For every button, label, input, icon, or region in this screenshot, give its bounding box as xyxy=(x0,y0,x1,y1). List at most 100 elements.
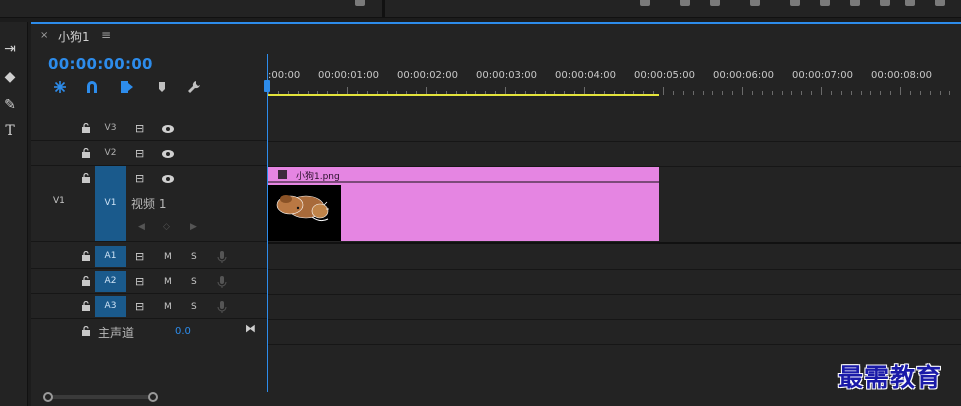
track-target-v1[interactable]: V1 xyxy=(95,166,126,241)
lock-icon[interactable] xyxy=(81,276,91,286)
ruler-tick xyxy=(751,91,753,95)
add-icon[interactable] xyxy=(355,0,365,6)
ruler-tick xyxy=(890,91,892,95)
solo-button[interactable]: S xyxy=(191,302,197,312)
tools-panel: ⇥ ◆ ✎ T xyxy=(0,22,28,406)
eye-icon[interactable] xyxy=(161,172,175,186)
ruler-tick xyxy=(811,91,813,95)
ruler-tick xyxy=(821,87,822,95)
track-target-a1[interactable]: A1 xyxy=(95,246,126,267)
insert-overwrite-nest-icon[interactable] xyxy=(52,79,68,95)
microphone-icon[interactable] xyxy=(217,300,227,314)
mute-button[interactable]: M xyxy=(164,252,172,262)
ruler-label: 00:00:01:00 xyxy=(318,70,380,81)
next-keyframe-icon[interactable]: ▶ xyxy=(190,222,197,232)
pen-icon[interactable]: ✎ xyxy=(0,96,20,114)
lift-icon[interactable] xyxy=(905,0,915,6)
timeline-zoom-scrollbar[interactable] xyxy=(43,392,158,402)
track-header-v3[interactable]: V3 ⊟ xyxy=(31,116,267,141)
track-header-v2[interactable]: V2 ⊟ xyxy=(31,141,267,166)
go-to-out-icon[interactable] xyxy=(880,0,890,6)
mark-out-icon[interactable] xyxy=(710,0,720,6)
ruler-tick xyxy=(870,91,872,95)
ruler-label: 00:00:03:00 xyxy=(476,70,538,81)
linked-selection-icon[interactable] xyxy=(119,79,135,95)
zoom-handle-right[interactable] xyxy=(148,392,158,402)
eye-icon[interactable] xyxy=(161,147,175,161)
panel-menu-icon[interactable]: ≡ xyxy=(101,28,111,42)
lock-icon[interactable] xyxy=(81,148,91,158)
step-back-frame-icon[interactable] xyxy=(790,0,800,6)
scroll-track[interactable] xyxy=(48,395,152,399)
track-header-a2[interactable]: A2 ⊟ M S xyxy=(31,269,267,294)
sync-lock-icon[interactable]: ⊟ xyxy=(135,275,144,288)
add-keyframe-icon[interactable]: ◇ xyxy=(163,222,170,232)
time-ruler[interactable]: :00:00 00:00:01:00 00:00:02:00 00:00:03:00 0… xyxy=(268,50,961,98)
track-header-v1[interactable]: V1 V1 ⊟ 视频 1 ◀ ◇ ▶ xyxy=(31,166,267,242)
step-back-icon[interactable] xyxy=(640,0,650,6)
fx-badge-icon xyxy=(278,170,287,179)
ruler-tick xyxy=(732,91,734,95)
sync-lock-icon[interactable]: ⊟ xyxy=(135,300,144,313)
solo-button[interactable]: S xyxy=(191,252,197,262)
clip-thumbnail xyxy=(268,185,341,241)
ruler-label: :00:00 xyxy=(268,70,301,81)
ruler-tick xyxy=(929,91,931,95)
export-frame-icon[interactable] xyxy=(935,0,945,6)
sync-lock-icon[interactable]: ⊟ xyxy=(135,172,144,185)
lock-icon[interactable] xyxy=(81,326,91,336)
prev-keyframe-icon[interactable]: ◀ xyxy=(138,222,145,232)
ruler-tick xyxy=(840,91,842,95)
source-patch-v1[interactable]: V1 xyxy=(53,196,65,206)
ruler-tick xyxy=(791,91,793,95)
lock-icon[interactable] xyxy=(81,173,91,183)
eye-icon[interactable] xyxy=(161,122,175,136)
ruler-tick xyxy=(781,91,783,95)
track-target-a2[interactable]: A2 xyxy=(95,271,126,292)
timeline-tab[interactable]: × 小狗1 ≡ xyxy=(31,24,961,48)
track-header-a3[interactable]: A3 ⊟ M S xyxy=(31,294,267,319)
lock-icon[interactable] xyxy=(81,251,91,261)
step-forward-icon[interactable] xyxy=(850,0,860,6)
playhead-handle[interactable] xyxy=(264,80,270,92)
track-header-a1[interactable]: A1 ⊟ M S xyxy=(31,244,267,269)
ruler-label: 00:00:05:00 xyxy=(634,70,696,81)
snap-magnet-icon[interactable] xyxy=(84,79,100,95)
master-volume-value[interactable]: 0.0 xyxy=(175,326,191,337)
type-tool-icon[interactable]: T xyxy=(0,122,20,140)
playhead-line[interactable] xyxy=(267,54,268,392)
track-target-v3[interactable]: V3 xyxy=(95,118,126,139)
master-track-label: 主声道 xyxy=(98,326,135,340)
work-area-bar[interactable] xyxy=(268,94,659,96)
zoom-handle-left[interactable] xyxy=(43,392,53,402)
track-select-forward-icon[interactable]: ⇥ xyxy=(0,40,20,58)
timeline-settings-wrench-icon[interactable] xyxy=(186,79,202,95)
lock-icon[interactable] xyxy=(81,123,91,133)
playhead-timecode[interactable]: 00:00:00:00 xyxy=(48,55,153,73)
go-to-next-edit-icon[interactable]: ⧓ xyxy=(245,322,256,335)
track-name-v1: 视频 1 xyxy=(131,197,167,211)
razor-icon[interactable]: ◆ xyxy=(0,68,20,86)
go-to-in-icon[interactable] xyxy=(750,0,760,6)
watermark-logo: 最需教育 xyxy=(838,363,943,392)
sequence-name[interactable]: 小狗1 xyxy=(58,28,90,45)
play-icon[interactable] xyxy=(820,0,830,6)
add-marker-icon[interactable] xyxy=(154,79,170,95)
track-target-v2[interactable]: V2 xyxy=(95,143,126,164)
sync-lock-icon[interactable]: ⊟ xyxy=(135,147,144,160)
clip-dog-image[interactable]: 小狗1.png xyxy=(268,167,659,241)
sync-lock-icon[interactable]: ⊟ xyxy=(135,250,144,263)
ruler-tick xyxy=(742,87,743,95)
sync-lock-icon[interactable]: ⊟ xyxy=(135,122,144,135)
track-target-a3[interactable]: A3 xyxy=(95,296,126,317)
microphone-icon[interactable] xyxy=(217,250,227,264)
close-tab-icon[interactable]: × xyxy=(40,30,48,41)
microphone-icon[interactable] xyxy=(217,275,227,289)
mute-button[interactable]: M xyxy=(164,302,172,312)
solo-button[interactable]: S xyxy=(191,277,197,287)
mute-button[interactable]: M xyxy=(164,277,172,287)
track-header-master[interactable]: 主声道 0.0 ⧓ xyxy=(31,319,267,344)
lock-icon[interactable] xyxy=(81,301,91,311)
mark-in-icon[interactable] xyxy=(680,0,690,6)
ruler-tick xyxy=(702,91,704,95)
